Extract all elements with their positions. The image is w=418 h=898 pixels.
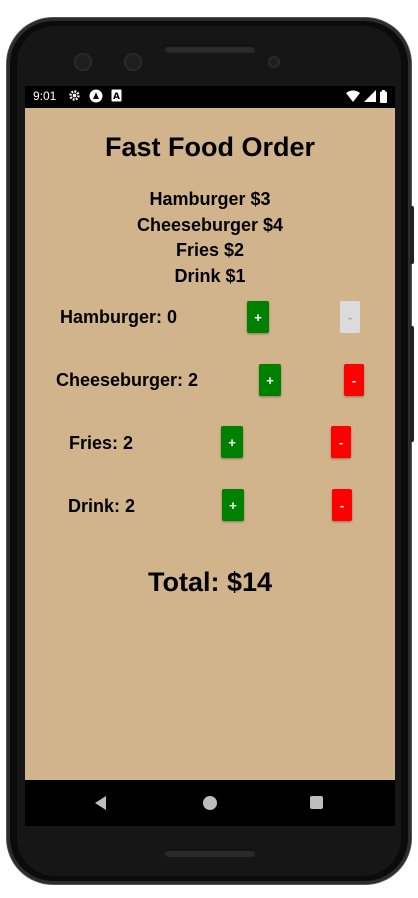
volume-button: [410, 326, 414, 442]
camera-lens-icon: [74, 53, 92, 71]
status-left-icons: A: [68, 89, 122, 106]
menu-item: Hamburger $3: [149, 189, 271, 209]
svg-text:A: A: [113, 92, 120, 102]
camera-lens-icon: [124, 53, 142, 71]
menu-item: Cheeseburger $4: [136, 214, 284, 235]
menu-item: Fries $2: [175, 240, 245, 260]
gear-icon: [68, 89, 81, 106]
status-time: 9:01: [33, 89, 57, 103]
power-button: [410, 206, 414, 264]
price-menu: Hamburger $3 Cheeseburger $4 Fries $2 Dr…: [25, 187, 395, 289]
navigation-bar: [25, 780, 395, 826]
battery-icon: [380, 90, 387, 106]
react-icon: [89, 89, 103, 106]
hamburger-plus-button[interactable]: +: [247, 301, 269, 333]
page-title: Fast Food Order: [104, 132, 315, 162]
back-icon[interactable]: [95, 796, 106, 810]
bottom-speaker: [164, 849, 256, 857]
fries-plus-button[interactable]: +: [221, 426, 243, 458]
app-screen: Fast Food Order Hamburger $3 Cheeseburge…: [25, 108, 395, 780]
home-icon[interactable]: [203, 796, 217, 810]
drink-plus-button[interactable]: +: [222, 489, 244, 521]
signal-icon: [364, 90, 376, 106]
cheeseburger-count-label: Cheeseburger: 2: [56, 370, 199, 390]
sim-icon: A: [111, 89, 122, 106]
hamburger-count-label: Hamburger: 0: [60, 307, 178, 327]
top-speaker: [164, 45, 256, 53]
fries-minus-button[interactable]: -: [331, 426, 351, 458]
order-total: Total: $14: [147, 567, 273, 597]
wifi-icon: [346, 90, 360, 106]
hamburger-minus-button[interactable]: -: [340, 301, 360, 333]
sensor-icon: [268, 56, 280, 68]
status-bar: 9:01 A: [25, 86, 395, 108]
recents-icon[interactable]: [310, 796, 323, 809]
drink-count-label: Drink: 2: [68, 496, 136, 516]
cheeseburger-minus-button[interactable]: -: [344, 364, 364, 396]
fries-count-label: Fries: 2: [69, 433, 134, 453]
menu-item: Drink $1: [174, 265, 246, 286]
status-right-icons: [346, 90, 387, 106]
cheeseburger-plus-button[interactable]: +: [259, 364, 281, 396]
drink-minus-button[interactable]: -: [332, 489, 352, 521]
